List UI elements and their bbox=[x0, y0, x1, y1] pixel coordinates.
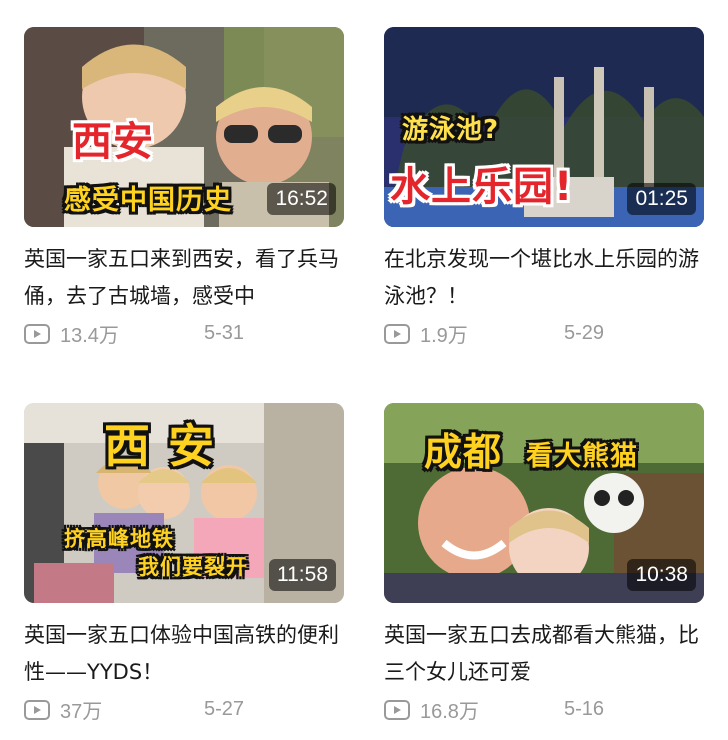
overlay-subtitle: 感受中国历史 bbox=[64, 185, 232, 216]
overlay-title: 西安 bbox=[72, 119, 154, 165]
video-thumbnail[interactable]: 游泳池? 水上乐园! 01:25 bbox=[384, 27, 704, 227]
play-icon bbox=[384, 323, 410, 344]
video-title[interactable]: 英国一家五口去成都看大熊猫，比三个女儿还可爱 bbox=[384, 617, 704, 691]
duration-badge: 10:38 bbox=[627, 559, 696, 591]
overlay-title: 西 安 bbox=[104, 419, 216, 473]
view-count: 16.8万 bbox=[420, 701, 479, 723]
overlay-subtitle: 挤高峰地铁 bbox=[64, 527, 174, 551]
video-meta: 13.4万 5-31 bbox=[24, 319, 344, 348]
publish-date: 5-31 bbox=[204, 322, 245, 344]
video-card[interactable]: 西 安 挤高峰地铁 我们要裂开 11:58 英国一家五口体验中国高铁的便利性——… bbox=[24, 403, 344, 724]
overlay-subtitle-2: 我们要裂开 bbox=[138, 555, 248, 579]
video-card[interactable]: 游泳池? 水上乐园! 01:25 在北京发现一个堪比水上乐园的游泳池？！ 1.9… bbox=[384, 27, 704, 348]
view-count: 1.9万 bbox=[420, 325, 468, 347]
play-icon bbox=[24, 323, 50, 344]
view-count: 13.4万 bbox=[60, 325, 119, 347]
overlay-subtitle: 水上乐园! bbox=[390, 164, 574, 210]
publish-date: 5-29 bbox=[564, 322, 605, 344]
play-icon bbox=[24, 699, 50, 720]
duration-badge: 16:52 bbox=[267, 183, 336, 215]
video-card[interactable]: 成都 看大熊猫 10:38 英国一家五口去成都看大熊猫，比三个女儿还可爱 16.… bbox=[384, 403, 704, 724]
video-title[interactable]: 英国一家五口来到西安，看了兵马俑，去了古城墙，感受中 bbox=[24, 241, 344, 315]
video-thumbnail[interactable]: 西安 感受中国历史 16:52 bbox=[24, 27, 344, 227]
video-title[interactable]: 英国一家五口体验中国高铁的便利性——YYDS！ bbox=[24, 617, 344, 691]
duration-badge: 01:25 bbox=[627, 183, 696, 215]
view-count: 37万 bbox=[60, 701, 103, 723]
video-meta: 16.8万 5-16 bbox=[384, 695, 704, 724]
play-icon bbox=[384, 699, 410, 720]
overlay-subtitle: 看大熊猫 bbox=[526, 441, 638, 472]
video-meta: 1.9万 5-29 bbox=[384, 319, 704, 348]
duration-badge: 11:58 bbox=[269, 559, 336, 591]
video-title[interactable]: 在北京发现一个堪比水上乐园的游泳池？！ bbox=[384, 241, 704, 315]
video-card[interactable]: 西安 感受中国历史 16:52 英国一家五口来到西安，看了兵马俑，去了古城墙，感… bbox=[24, 27, 344, 348]
overlay-title: 成都 bbox=[424, 430, 503, 474]
publish-date: 5-27 bbox=[204, 698, 245, 720]
video-thumbnail[interactable]: 成都 看大熊猫 10:38 bbox=[384, 403, 704, 603]
publish-date: 5-16 bbox=[564, 698, 605, 720]
video-meta: 37万 5-27 bbox=[24, 695, 344, 724]
overlay-title: 游泳池? bbox=[402, 115, 500, 145]
video-thumbnail[interactable]: 西 安 挤高峰地铁 我们要裂开 11:58 bbox=[24, 403, 344, 603]
